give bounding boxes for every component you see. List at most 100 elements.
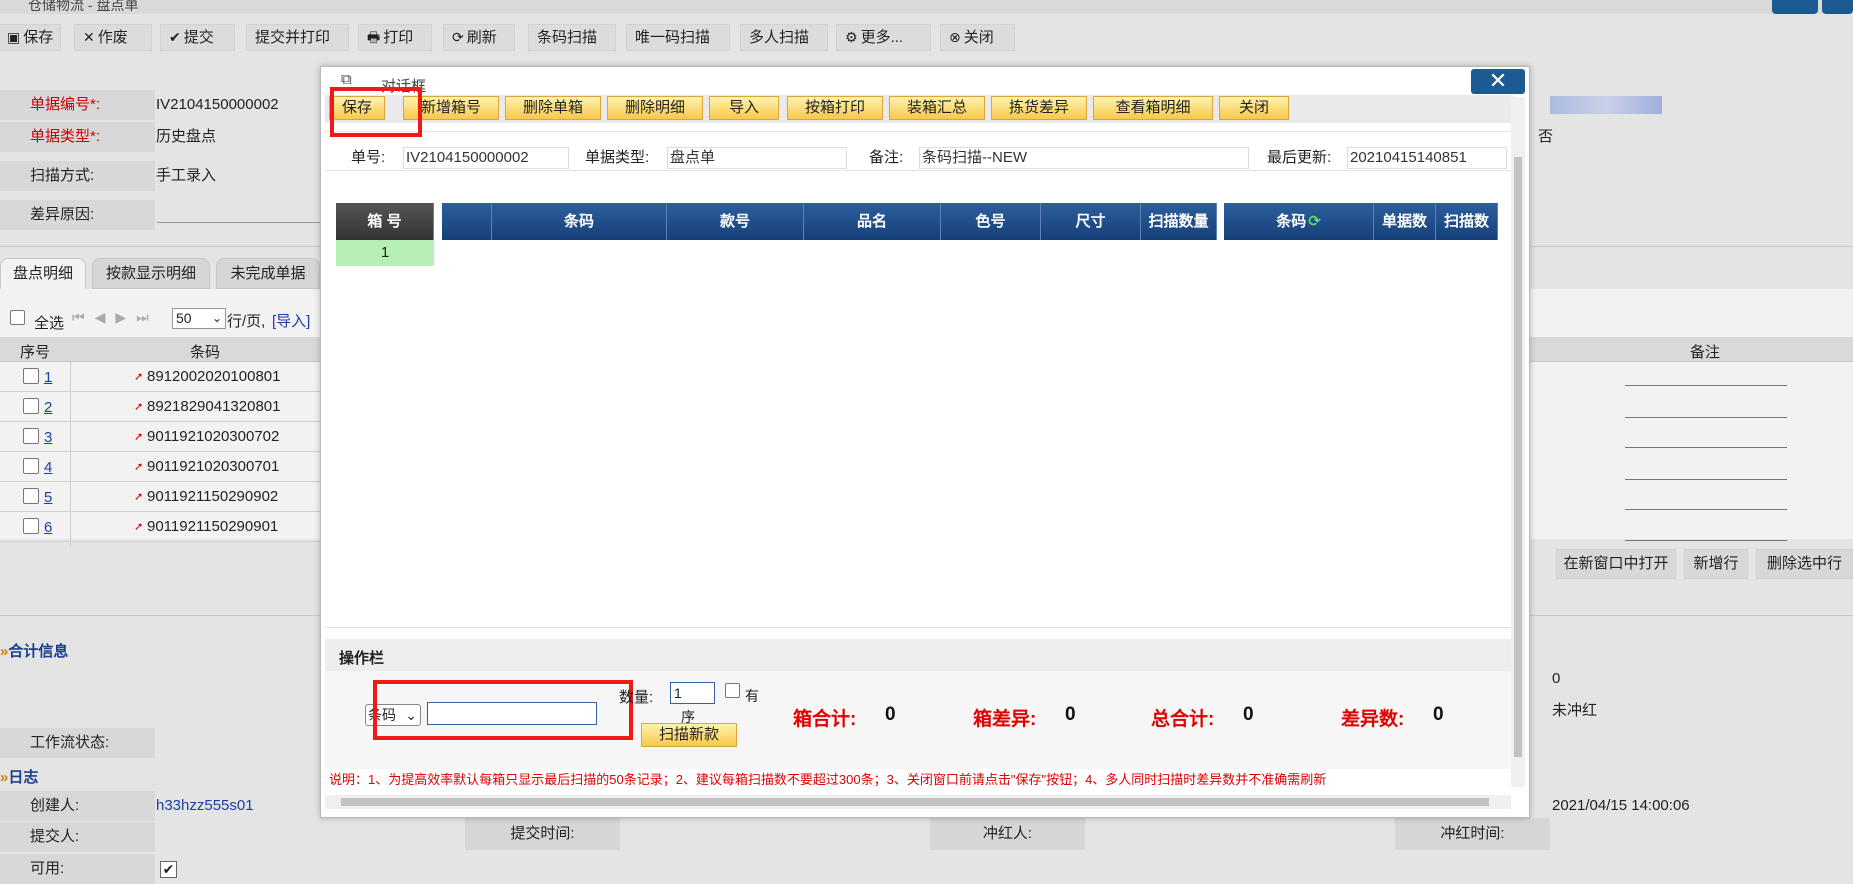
row-number[interactable]: 3 bbox=[44, 429, 52, 446]
check-icon: ✔ bbox=[169, 29, 181, 45]
dlg-doc-no-field[interactable]: IV2104150000002 bbox=[403, 147, 569, 169]
save-button[interactable]: ▣ 保存 bbox=[0, 24, 61, 51]
row-number[interactable]: 5 bbox=[44, 489, 52, 506]
row-number[interactable]: 1 bbox=[44, 369, 52, 386]
remark-input[interactable] bbox=[1625, 447, 1787, 448]
remark-input[interactable] bbox=[1625, 540, 1787, 541]
scan-new-style-button[interactable]: 扫描新款 bbox=[641, 723, 737, 747]
blurred-value bbox=[1550, 96, 1662, 114]
table-row[interactable]: 3 ➚ 9011921020300702 bbox=[0, 422, 320, 452]
page-size-select[interactable]: 50 ⌄ bbox=[172, 308, 226, 329]
select-all-label: 全选 bbox=[34, 315, 65, 332]
add-row-button[interactable]: 新增行 bbox=[1684, 549, 1748, 579]
dlg-updated-label: 最后更新: bbox=[1267, 149, 1332, 166]
ops-title-bar bbox=[325, 639, 1513, 671]
has-seq-checkbox[interactable] bbox=[725, 683, 740, 698]
row-checkbox[interactable] bbox=[23, 518, 39, 534]
close-button[interactable]: ⊗ 关闭 bbox=[940, 24, 1015, 51]
more-button[interactable]: ⚙ 更多... bbox=[836, 24, 931, 51]
view-box-detail-button[interactable]: 查看箱明细 bbox=[1093, 96, 1213, 120]
open-new-window-button[interactable]: 在新窗口中打开 bbox=[1556, 549, 1676, 579]
print-by-box-button[interactable]: 按箱打印 bbox=[787, 96, 883, 120]
table-row[interactable]: 5 ➚ 9011921150290902 bbox=[0, 482, 320, 512]
dialog-close-text-button[interactable]: 关闭 bbox=[1219, 96, 1289, 120]
printer-icon: 🖶 bbox=[367, 29, 381, 45]
delete-box-button[interactable]: 删除单箱 bbox=[505, 96, 601, 120]
qty-input[interactable]: 1 bbox=[670, 682, 715, 704]
multi-scan-button[interactable]: 多人扫描 bbox=[740, 24, 828, 51]
row-checkbox[interactable] bbox=[23, 368, 39, 384]
row-checkbox[interactable] bbox=[23, 458, 39, 474]
diff-label: 差异数: bbox=[1341, 709, 1405, 730]
close-circle-icon: ⊗ bbox=[949, 29, 961, 45]
remark-input[interactable] bbox=[1625, 385, 1787, 386]
row-barcode: 8912002020100801 bbox=[147, 368, 281, 385]
table-row[interactable]: 1 ➚ 8912002020100801 bbox=[0, 362, 320, 392]
refresh-button[interactable]: ⟳ 刷新 bbox=[443, 24, 515, 51]
picking-diff-button[interactable]: 拣货差异 bbox=[991, 96, 1087, 120]
arrow-icon: ➚ bbox=[134, 431, 144, 443]
horizontal-scrollbar[interactable] bbox=[325, 795, 1511, 809]
diff-reason-input[interactable] bbox=[157, 222, 320, 223]
import-link[interactable]: [导入] bbox=[272, 310, 310, 331]
select-all-checkbox[interactable] bbox=[10, 310, 25, 325]
summary-title: »合计信息 bbox=[0, 643, 69, 660]
tab-inventory-detail[interactable]: 盘点明细 bbox=[0, 258, 86, 289]
tab-unfinished[interactable]: 未完成单据 bbox=[216, 258, 320, 289]
vertical-scrollbar[interactable] bbox=[1511, 97, 1525, 787]
row-number[interactable]: 6 bbox=[44, 519, 52, 536]
delete-detail-button[interactable]: 删除明细 bbox=[607, 96, 703, 120]
submit-print-button[interactable]: 提交并打印 bbox=[246, 24, 349, 51]
enabled-checkbox[interactable]: ✔ bbox=[160, 861, 177, 878]
row-checkbox[interactable] bbox=[23, 398, 39, 414]
dlg-remark-field[interactable]: 条码扫描--NEW bbox=[919, 147, 1249, 169]
dlg-doc-type-label: 单据类型: bbox=[585, 149, 650, 166]
name-header: 品名 bbox=[804, 203, 941, 240]
remark-input[interactable] bbox=[1625, 417, 1787, 418]
size-header: 尺寸 bbox=[1041, 203, 1141, 240]
import-button[interactable]: 导入 bbox=[709, 96, 779, 120]
refresh-icon[interactable]: ⟳ bbox=[1308, 213, 1321, 230]
refresh-icon: ⟳ bbox=[452, 29, 464, 45]
close-window-button[interactable] bbox=[1822, 0, 1853, 14]
row-barcode: 9011921150290902 bbox=[147, 488, 279, 505]
window-titlebar: 仓储物流 - 盘点单 bbox=[0, 0, 1853, 14]
unique-scan-button[interactable]: 唯一码扫描 bbox=[626, 24, 730, 51]
creator-label: 创建人: bbox=[0, 791, 155, 821]
table-row[interactable]: 2 ➚ 8921829041320801 bbox=[0, 392, 320, 422]
row-barcode: 9011921150290901 bbox=[147, 518, 279, 535]
dlg-doc-type-field[interactable]: 盘点单 bbox=[667, 147, 847, 169]
maximize-button[interactable] bbox=[1772, 0, 1818, 14]
header-barcode: 条码 bbox=[190, 344, 221, 361]
table-row[interactable]: 4 ➚ 9011921020300701 bbox=[0, 452, 320, 482]
packing-summary-button[interactable]: 装箱汇总 bbox=[889, 96, 985, 120]
box-no-cell[interactable]: 1 bbox=[336, 240, 434, 266]
delete-selected-rows-button[interactable]: 删除选中行 bbox=[1756, 549, 1853, 579]
row-checkbox[interactable] bbox=[23, 488, 39, 504]
pager-icons[interactable]: ⏮◀▶⏭ bbox=[72, 309, 159, 326]
row-checkbox[interactable] bbox=[23, 428, 39, 444]
horizontal-scrollbar-thumb[interactable] bbox=[341, 798, 1489, 806]
grid-header: 序号 条码 bbox=[0, 337, 320, 362]
dlg-updated-field[interactable]: 20210415140851 bbox=[1347, 147, 1507, 169]
x-icon: ✕ bbox=[83, 29, 95, 45]
table-row[interactable]: 6 ➚ 9011921150290901 bbox=[0, 512, 320, 542]
color-header: 色号 bbox=[941, 203, 1041, 240]
red-status-value: 未冲红 bbox=[1552, 702, 1598, 719]
creator-value: h33hzz555s01 bbox=[156, 797, 254, 814]
vertical-scrollbar-thumb[interactable] bbox=[1514, 157, 1522, 757]
tab-by-style[interactable]: 按款显示明细 bbox=[92, 258, 210, 289]
remark-input[interactable] bbox=[1625, 479, 1787, 480]
submit-button[interactable]: ✔ 提交 bbox=[160, 24, 235, 51]
barcode-scan-button[interactable]: 条码扫描 bbox=[528, 24, 616, 51]
remark-input[interactable] bbox=[1625, 509, 1787, 510]
highlight-box-input bbox=[373, 680, 633, 740]
print-button[interactable]: 🖶 打印 bbox=[358, 24, 432, 51]
row-number[interactable]: 4 bbox=[44, 459, 52, 476]
arrow-icon: ➚ bbox=[134, 401, 144, 413]
void-button[interactable]: ✕ 作废 bbox=[74, 24, 152, 51]
dialog-close-button[interactable]: ✕ bbox=[1471, 69, 1525, 94]
workflow-status-label: 工作流状态: bbox=[0, 728, 155, 758]
row-number[interactable]: 2 bbox=[44, 399, 52, 416]
box-total-label: 箱合计: bbox=[793, 709, 857, 730]
